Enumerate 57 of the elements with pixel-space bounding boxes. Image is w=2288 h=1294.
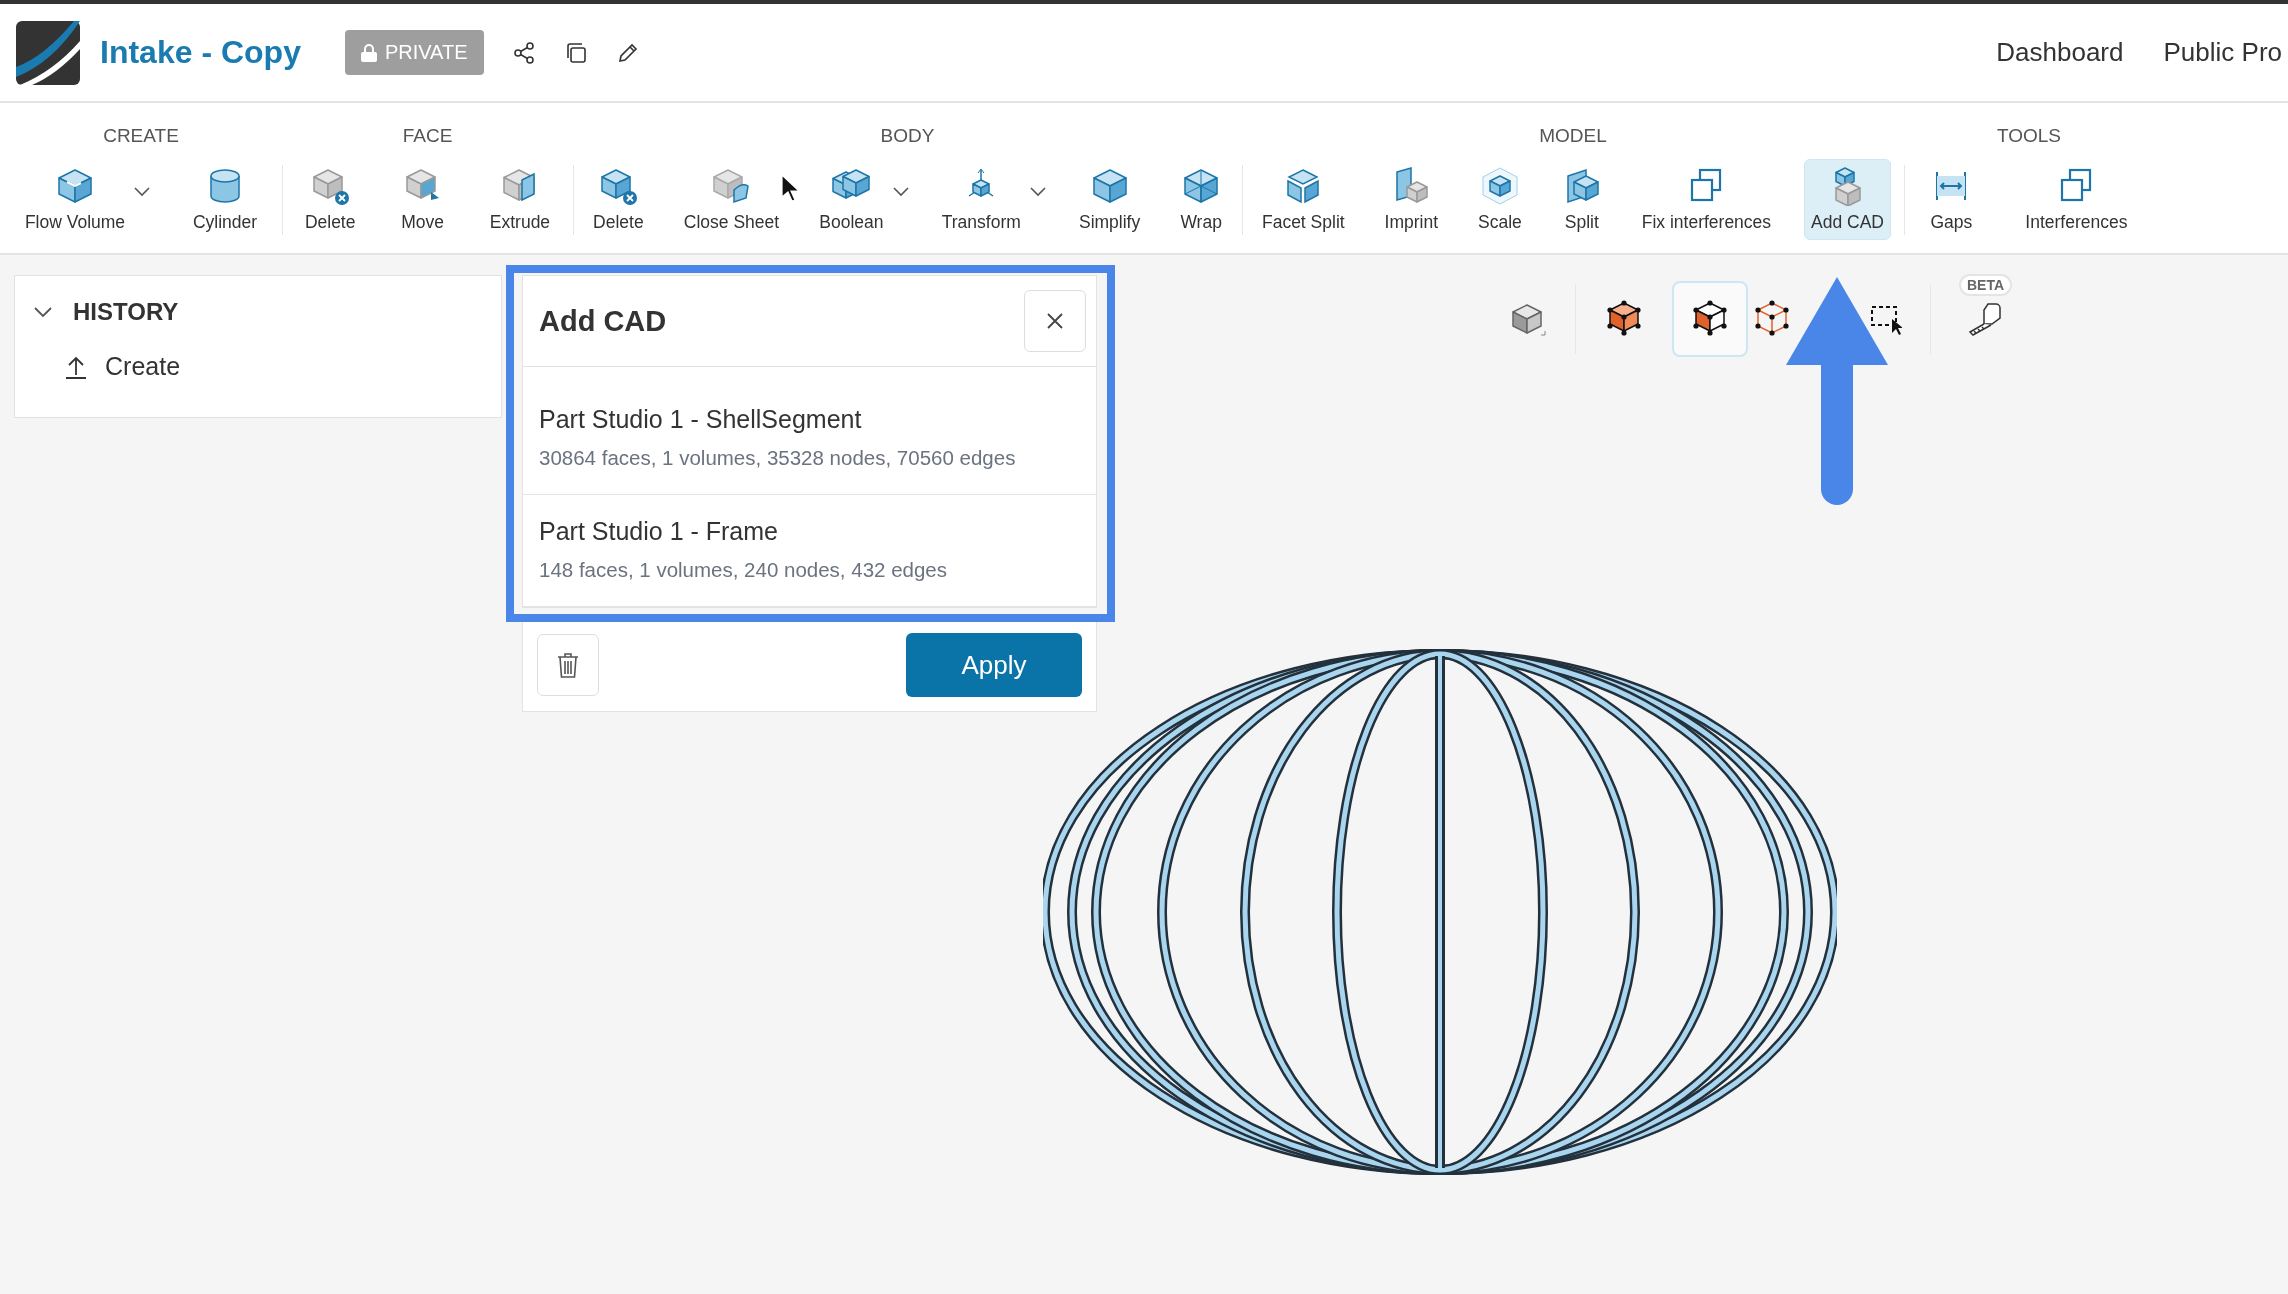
tool-button[interactable]: Interferences [2018, 159, 2135, 240]
cad-part-details: 30864 faces, 1 volumes, 35328 nodes, 70560 edges [539, 446, 1017, 470]
trash-icon [557, 652, 579, 678]
scale-cube-icon [1479, 166, 1520, 206]
group-label: BODY [880, 125, 935, 147]
tool-button[interactable]: Split [1554, 159, 1609, 240]
tool-button[interactable]: Transform [934, 159, 1028, 240]
tool-button[interactable]: Boolean [812, 159, 891, 240]
group-label: TOOLS [1996, 125, 2062, 147]
upload-icon [65, 354, 87, 379]
box-icon [55, 166, 95, 206]
solid-cube-icon [1604, 299, 1644, 339]
tool-button[interactable]: Extrude [482, 159, 558, 240]
chevron-down-icon[interactable] [134, 187, 151, 197]
view-mode-button[interactable] [1672, 281, 1748, 357]
chevron-down-icon[interactable] [892, 187, 909, 197]
tool-button[interactable]: Cylinder [185, 159, 265, 240]
group-label: MODEL [1539, 125, 1607, 147]
view-mode-button[interactable] [1604, 299, 1644, 339]
nav-link[interactable]: Public Pro [2163, 37, 2282, 68]
tool-button[interactable]: Delete [297, 159, 363, 240]
tool-button[interactable]: Add CAD [1804, 159, 1891, 240]
tool-button[interactable]: Simplify [1071, 159, 1148, 240]
tool-button[interactable]: Fix interferences [1634, 159, 1779, 240]
history-item[interactable]: Create [105, 352, 181, 381]
tool-button[interactable]: Move [394, 159, 452, 240]
cube-delete-icon [598, 166, 639, 206]
logo-icon [16, 20, 80, 85]
cube-delete-icon [310, 166, 351, 206]
view-mode-button[interactable]: BETA [1959, 274, 2013, 338]
nav-link[interactable]: Dashboard [1996, 37, 2124, 68]
chevron-down-icon[interactable] [1029, 187, 1046, 197]
panel-title: Add CAD [539, 304, 667, 338]
cad-part-name[interactable]: Part Studio 1 - Frame [539, 517, 1080, 546]
delete-button[interactable] [537, 634, 599, 696]
history-title: HISTORY [73, 298, 179, 326]
tool-button[interactable]: Flow Volume [17, 159, 133, 240]
tool-button[interactable]: Facet Split [1254, 159, 1352, 240]
tool-button[interactable]: Gaps [1923, 159, 1980, 240]
wireframe-cube-icon [1752, 299, 1792, 339]
beta-badge: BETA [1959, 274, 2013, 296]
cube-face-icon [1690, 299, 1730, 339]
group-label: CREATE [103, 125, 179, 147]
project-title: Intake - Copy [100, 34, 301, 71]
cube-sheet-icon [711, 166, 752, 206]
apply-button[interactable]: Apply [906, 633, 1082, 697]
tool-button[interactable]: Delete [586, 159, 651, 240]
group-label: FACE [402, 125, 453, 147]
cad-part-name[interactable]: Part Studio 1 - ShellSegment [539, 405, 1080, 434]
share-icon[interactable] [511, 40, 536, 65]
tool-button[interactable]: Imprint [1377, 159, 1446, 240]
tool-button[interactable]: Wrap [1173, 159, 1229, 240]
close-icon [1046, 312, 1064, 330]
cad-part-details: 148 faces, 1 volumes, 240 nodes, 432 edges [539, 558, 948, 582]
view-mode-button[interactable] [1752, 299, 1792, 339]
tool-button[interactable]: Scale [1471, 159, 1529, 240]
mouse-pointer-icon [781, 173, 801, 202]
